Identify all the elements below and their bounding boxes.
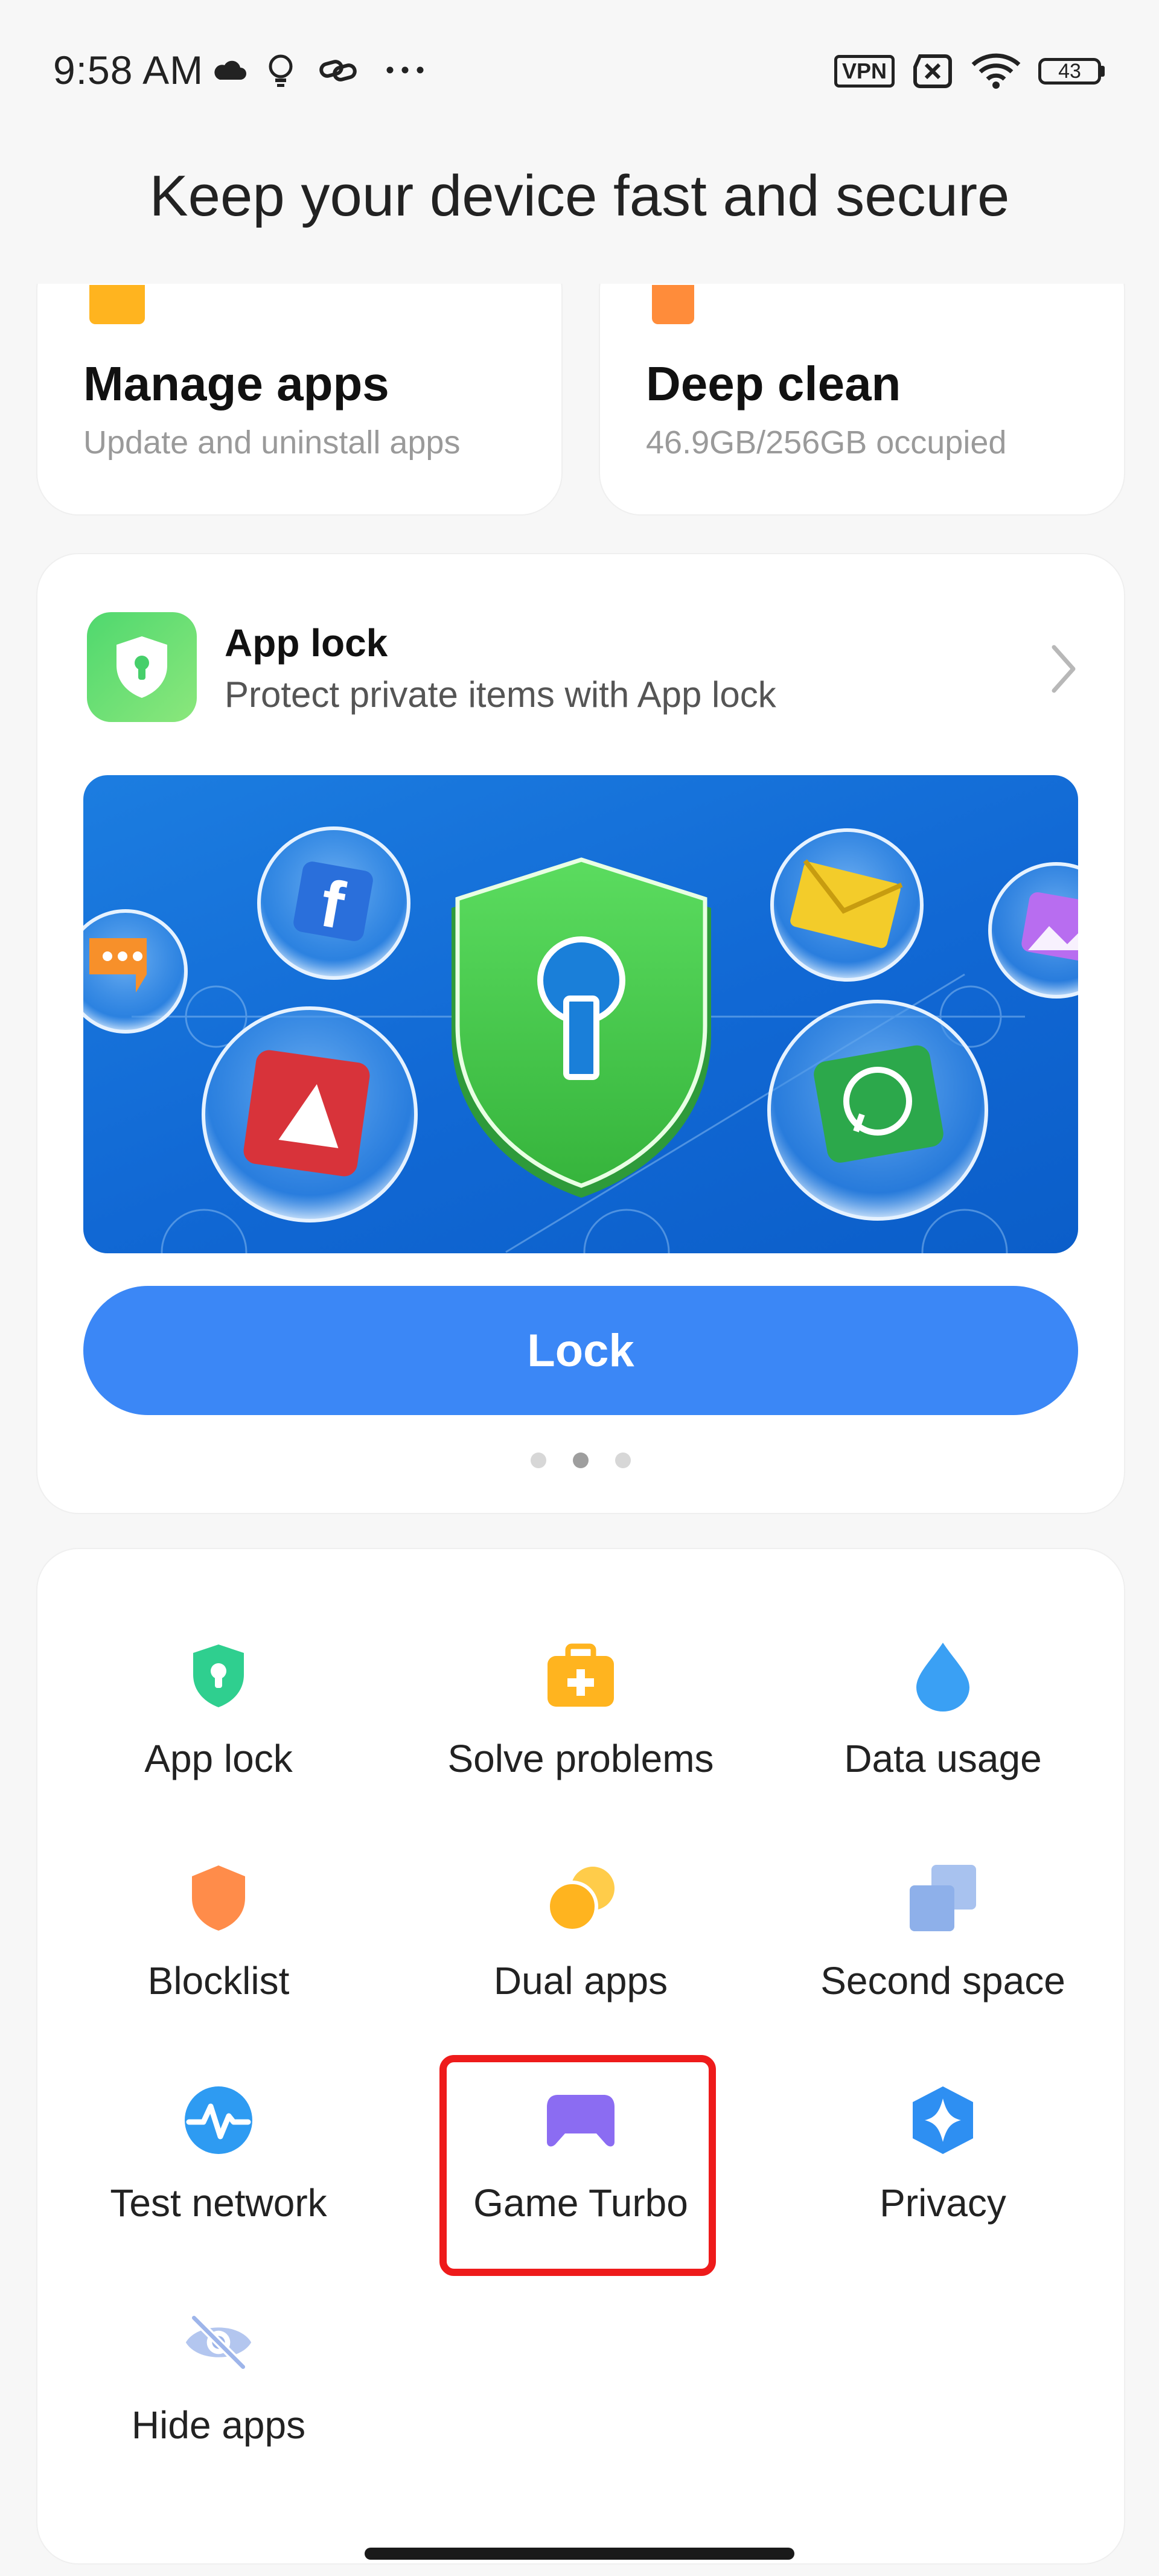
facebook-bubble-icon: f	[257, 826, 410, 980]
app-lock-card: App lock Protect private items with App …	[36, 553, 1125, 1514]
eye-slash-icon	[185, 2313, 252, 2371]
status-right-group: VPN 43	[834, 53, 1105, 89]
water-drop-icon	[916, 1643, 969, 1711]
tool-data-usage[interactable]: Data usage	[762, 1549, 1124, 1780]
deep-clean-card[interactable]: Deep clean 46.9GB/256GB occupied	[599, 284, 1125, 516]
gallery-bubble-icon	[988, 862, 1078, 999]
tool-second-space[interactable]: Second space	[762, 1771, 1124, 2002]
wifi-icon	[971, 53, 1021, 89]
deep-clean-subtitle: 46.9GB/256GB occupied	[646, 424, 1007, 461]
more-dots-icon[interactable]	[384, 52, 426, 88]
lightbulb-icon	[269, 54, 293, 87]
status-bar: 9:58 AM VPN 43	[0, 0, 1159, 139]
deep-clean-title: Deep clean	[646, 357, 901, 411]
manage-apps-title: Manage apps	[83, 357, 389, 411]
app-lock-illustration: f	[83, 826, 1078, 1253]
tool-hide-apps[interactable]: Hide apps	[37, 2216, 400, 2447]
app-lock-card-icon	[87, 612, 197, 722]
shield-keyhole-icon	[117, 636, 167, 698]
stacked-squares-icon	[910, 1865, 976, 1931]
shield-icon	[192, 1865, 245, 1931]
shield-lock-icon	[452, 857, 711, 1198]
chevron-right-icon[interactable]	[1046, 639, 1082, 699]
carousel-dot[interactable]	[615, 1453, 631, 1468]
top-cards-row: Manage apps Update and uninstall apps De…	[0, 284, 1159, 519]
tool-label: Privacy	[880, 2181, 1006, 2225]
messages-bubble-icon	[83, 909, 188, 1034]
tool-dual-apps[interactable]: Dual apps	[400, 1771, 762, 2002]
no-sim-icon	[913, 54, 952, 88]
battery-level: 43	[1038, 58, 1101, 85]
tool-label: Hide apps	[131, 2403, 306, 2447]
app-lock-card-title: App lock	[225, 621, 388, 665]
dual-circles-icon	[546, 1867, 615, 1932]
shield-keyhole-icon	[193, 1644, 244, 1707]
highlight-box	[439, 2055, 716, 2276]
heartbeat-icon	[185, 2086, 252, 2154]
carousel-dot[interactable]	[531, 1453, 546, 1468]
link-icon	[319, 60, 357, 81]
first-aid-kit-icon	[548, 1643, 614, 1707]
app-lock-card-subtitle: Protect private items with App lock	[225, 674, 776, 715]
tool-app-lock[interactable]: App lock	[37, 1549, 400, 1780]
app-lock-banner: f	[83, 775, 1078, 1253]
lock-button[interactable]: Lock	[83, 1286, 1078, 1415]
tool-privacy[interactable]: Privacy	[762, 1993, 1124, 2225]
privacy-diamond-icon	[913, 2086, 973, 2154]
youtube-bubble-icon	[202, 1006, 418, 1222]
carousel-indicator	[37, 1453, 1124, 1468]
cloud-icon	[214, 60, 246, 80]
battery-icon: 43	[1038, 58, 1105, 85]
vpn-icon: VPN	[834, 55, 895, 88]
tool-test-network[interactable]: Test network	[37, 1993, 400, 2225]
whatsapp-bubble-icon	[767, 1000, 988, 1221]
home-indicator[interactable]	[365, 2548, 794, 2560]
status-time: 9:58 AM	[53, 48, 204, 92]
manage-apps-card[interactable]: Manage apps Update and uninstall apps	[36, 284, 563, 516]
tool-blocklist[interactable]: Blocklist	[37, 1771, 400, 2002]
manage-apps-icon	[89, 285, 145, 324]
tool-solve-problems[interactable]: Solve problems	[400, 1549, 762, 1780]
page-title: Keep your device fast and secure	[149, 164, 1010, 228]
carousel-dot-active[interactable]	[573, 1453, 589, 1468]
manage-apps-subtitle: Update and uninstall apps	[83, 424, 461, 461]
mail-bubble-icon	[770, 828, 924, 982]
deep-clean-icon	[652, 285, 694, 324]
